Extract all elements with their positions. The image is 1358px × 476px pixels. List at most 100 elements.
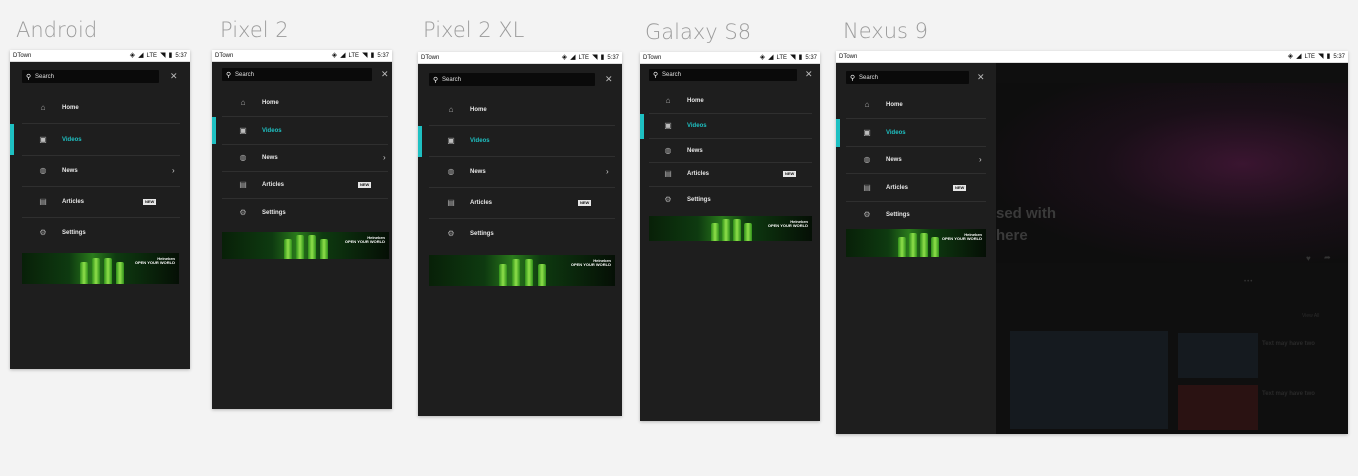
wifi-icon: ◥ (592, 54, 598, 61)
menu-item-articles[interactable]: ▤ Articles (444, 197, 594, 209)
status-bar: DTown ◈ ◢ LTE ◥ ▮ 5:37 (10, 50, 190, 62)
menu-item-videos[interactable]: ▣ Videos (36, 134, 176, 146)
search-icon: ⚲ (26, 73, 32, 81)
bottle-graphic (744, 223, 752, 241)
menu-item-videos[interactable]: ▣ Videos (860, 127, 980, 139)
close-icon[interactable]: ✕ (381, 70, 389, 79)
menu-item-label: Home (262, 100, 279, 106)
menu-item-articles[interactable]: ▤ Articles (661, 168, 801, 180)
status-app-name: DTown (839, 53, 858, 60)
chevron-right-icon[interactable]: › (383, 154, 386, 162)
divider (649, 138, 812, 139)
close-icon[interactable]: ✕ (170, 72, 178, 81)
bottle-graphic (296, 235, 304, 259)
active-indicator (10, 124, 14, 155)
menu-item-videos[interactable]: ▣ Videos (444, 135, 594, 147)
network-label: LTE (578, 54, 590, 61)
menu-item-home[interactable]: ⌂ Home (860, 99, 980, 111)
divider (222, 144, 388, 145)
globe-icon: ◍ (39, 166, 47, 175)
menu-item-news[interactable]: ◍ News (236, 152, 376, 164)
bottle-graphic (711, 223, 719, 241)
status-bar: DTown ◈ ◢ LTE ◥ ▮ 5:37 (212, 50, 392, 62)
menu-item-label: Articles (886, 185, 909, 191)
signal-icon: ◢ (138, 52, 144, 59)
share-icon: ➦ (1324, 253, 1331, 262)
search-input[interactable]: ⚲ Search (222, 68, 372, 81)
menu-item-home[interactable]: ⌂ Home (661, 95, 801, 107)
bottle-graphic (116, 262, 124, 284)
network-label: LTE (776, 54, 788, 61)
menu-item-settings[interactable]: ⚙ Settings (236, 207, 376, 219)
vibrate-icon: ◈ (1287, 53, 1294, 60)
divider (429, 125, 615, 126)
signal-icon: ◢ (1296, 53, 1302, 60)
search-input[interactable]: ⚲ Search (846, 71, 969, 84)
chevron-right-icon[interactable]: › (606, 168, 609, 176)
view-all-link: View All (1302, 313, 1320, 319)
menu-item-home[interactable]: ⌂ Home (444, 104, 594, 116)
background-page: sed with here ♥ ➦ ••• View All Text may h… (996, 63, 1348, 434)
network-label: LTE (1304, 53, 1316, 60)
ad-banner[interactable]: Heineken OPEN YOUR WORLD (649, 216, 812, 241)
menu-item-settings[interactable]: ⚙ Settings (860, 209, 980, 221)
close-icon[interactable]: ✕ (605, 75, 613, 84)
menu-item-settings[interactable]: ⚙ Settings (661, 194, 801, 206)
article-icon: ▤ (239, 180, 247, 189)
divider (22, 217, 180, 218)
ad-banner[interactable]: Heineken OPEN YOUR WORLD (222, 232, 389, 259)
search-icon: ⚲ (653, 72, 659, 79)
ad-banner[interactable]: Heineken OPEN YOUR WORLD (846, 229, 986, 257)
vibrate-icon: ◈ (561, 54, 568, 61)
menu-item-label: Settings (262, 210, 286, 216)
device-title-pixel-2: Pixel 2 (220, 18, 289, 42)
device-nexus-9: DTown ◈ ◢ LTE ◥ ▮ 5:37 sed with here ♥ ➦ … (836, 51, 1348, 434)
close-icon[interactable]: ✕ (977, 73, 985, 82)
item-title: Text may have two (1262, 391, 1315, 397)
search-placeholder: Search (859, 74, 879, 81)
active-indicator (212, 117, 216, 144)
active-indicator (836, 119, 840, 147)
menu-item-videos[interactable]: ▣ Videos (661, 120, 801, 132)
search-placeholder: Search (35, 73, 55, 80)
search-input[interactable]: ⚲ Search (649, 69, 797, 81)
menu-item-settings[interactable]: ⚙ Settings (36, 227, 176, 239)
device-title-nexus-9: Nexus 9 (843, 19, 928, 43)
device-title-pixel-2-xl: Pixel 2 XL (423, 18, 525, 42)
menu-item-news[interactable]: ◍ News (860, 154, 980, 166)
bottle-graphic (512, 259, 520, 286)
chevron-right-icon[interactable]: › (172, 167, 175, 175)
status-icons: ◈ ◢ LTE ◥ ▮ 5:37 (760, 54, 817, 61)
globe-icon: ◍ (447, 167, 455, 176)
search-input[interactable]: ⚲ Search (429, 73, 595, 86)
search-placeholder: Search (662, 72, 682, 78)
battery-icon: ▮ (370, 52, 375, 59)
ad-banner[interactable]: Heineken OPEN YOUR WORLD (22, 253, 179, 284)
bottle-graphic (920, 233, 928, 257)
search-icon: ⚲ (226, 71, 232, 79)
divider (846, 118, 986, 119)
ad-logo: Heineken OPEN YOUR WORLD (134, 256, 175, 265)
battery-icon: ▮ (1326, 53, 1331, 60)
menu-item-articles[interactable]: ▤ Articles (236, 179, 376, 191)
menu-item-settings[interactable]: ⚙ Settings (444, 228, 594, 240)
menu-item-news[interactable]: ◍ News (36, 165, 176, 177)
menu-item-home[interactable]: ⌂ Home (236, 97, 376, 109)
search-input[interactable]: ⚲ Search (22, 70, 159, 83)
status-icons: ◈ ◢ LTE ◥ ▮ 5:37 (562, 54, 619, 61)
close-icon[interactable]: ✕ (805, 70, 813, 79)
menu-item-label: Articles (62, 199, 85, 205)
wifi-icon: ◥ (160, 52, 166, 59)
menu-item-videos[interactable]: ▣ Videos (236, 125, 376, 137)
ad-banner[interactable]: Heineken OPEN YOUR WORLD (429, 255, 615, 286)
chevron-right-icon[interactable]: › (979, 156, 982, 164)
menu-item-home[interactable]: ⌂ Home (36, 102, 176, 114)
image-icon: ▣ (239, 126, 247, 135)
menu-item-label: Home (687, 98, 704, 104)
article-icon: ▤ (863, 183, 871, 192)
image-icon: ▣ (664, 121, 672, 130)
home-icon: ⌂ (665, 96, 671, 105)
ad-logo: Heineken OPEN YOUR WORLD (767, 219, 808, 228)
menu-item-news[interactable]: ◍ News (661, 145, 801, 157)
menu-item-news[interactable]: ◍ News (444, 166, 594, 178)
